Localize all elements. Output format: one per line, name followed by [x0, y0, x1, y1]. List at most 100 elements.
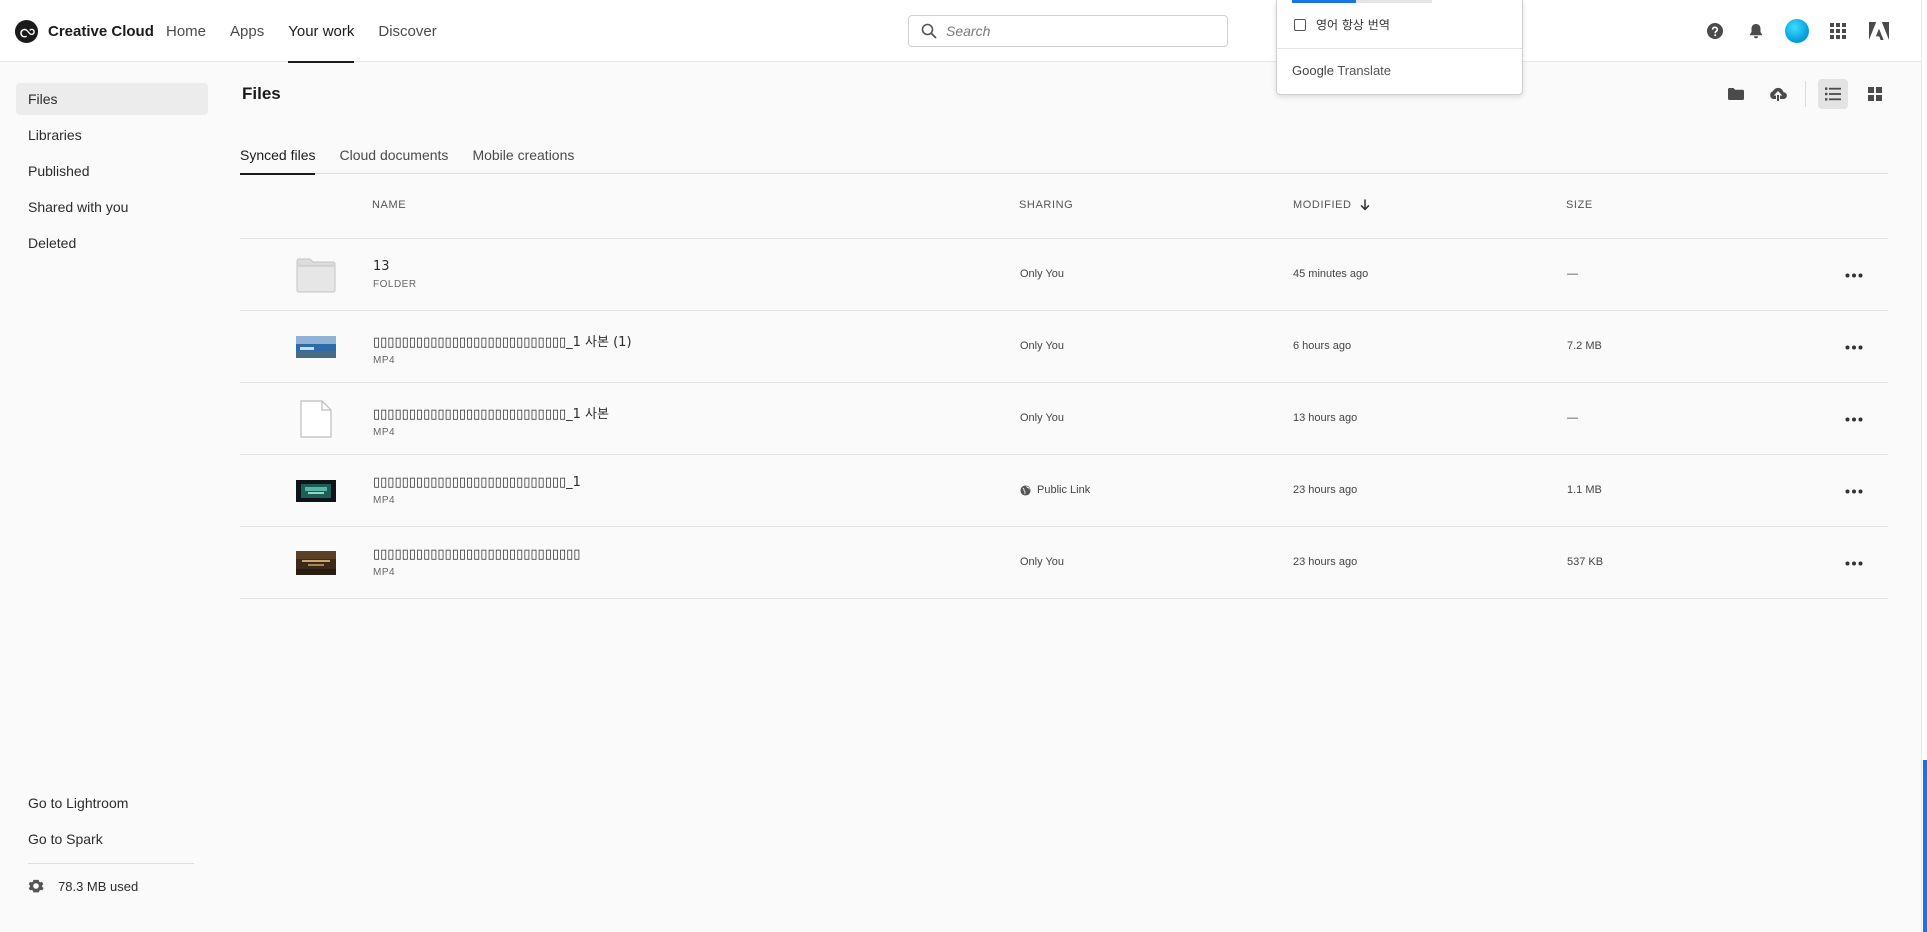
file-type: FOLDER [373, 279, 417, 290]
more-actions-button[interactable] [1842, 407, 1866, 431]
column-sharing-label: SHARING [1019, 199, 1074, 211]
column-name[interactable]: NAME [372, 199, 406, 211]
more-actions-button[interactable] [1842, 335, 1866, 359]
more-icon [1845, 561, 1863, 565]
translate-wordmark: Translate [1337, 63, 1392, 78]
sidebar-item-shared-with-you[interactable]: Shared with you [16, 191, 208, 223]
top-bar: Creative Cloud Home Apps Your work Disco… [0, 0, 1927, 63]
video-thumbnail-image [296, 336, 336, 358]
tab-mobile-creations[interactable]: Mobile creations [472, 136, 574, 174]
file-size: 1.1 MB [1567, 484, 1602, 496]
modified-time: 45 minutes ago [1293, 268, 1369, 280]
modified-time: 13 hours ago [1293, 412, 1358, 424]
column-size-label: SIZE [1566, 199, 1593, 211]
folder-icon [296, 258, 336, 293]
more-actions-button[interactable] [1842, 479, 1866, 503]
file-name[interactable]: ▯▯▯▯▯▯▯▯▯▯▯▯▯▯▯▯▯▯▯▯▯▯▯▯▯▯▯_1 사본 [373, 403, 609, 422]
file-type: MP4 [373, 427, 396, 438]
upload-button[interactable] [1763, 79, 1793, 109]
sharing-label: Only You [1020, 412, 1065, 424]
google-wordmark: Google [1292, 63, 1334, 78]
sort-descending-icon [1360, 199, 1369, 211]
sharing-label: Only You [1020, 556, 1065, 568]
file-name-cell: 13 FOLDER [373, 259, 417, 290]
file-thumbnail [296, 400, 336, 438]
file-name[interactable]: ▯▯▯▯▯▯▯▯▯▯▯▯▯▯▯▯▯▯▯▯▯▯▯▯▯▯▯_1 [373, 475, 581, 490]
search-box[interactable] [908, 15, 1228, 47]
avatar-image [1785, 19, 1809, 43]
sharing-status: Only You [1020, 268, 1064, 280]
grid-view-icon [1868, 87, 1882, 101]
file-name[interactable]: 13 [373, 259, 417, 274]
table-row[interactable]: ▯▯▯▯▯▯▯▯▯▯▯▯▯▯▯▯▯▯▯▯▯▯▯▯▯▯▯▯▯ MP4 Only Y… [240, 527, 1888, 599]
table-row[interactable]: 13 FOLDER Only You 45 minutes ago — [240, 239, 1888, 311]
file-name-cell: ▯▯▯▯▯▯▯▯▯▯▯▯▯▯▯▯▯▯▯▯▯▯▯▯▯▯▯_1 사본 MP4 [373, 403, 609, 438]
translate-language-tabs[interactable] [1292, 0, 1432, 3]
folder-icon [1728, 88, 1744, 100]
scroll-indicator[interactable] [1923, 760, 1927, 932]
list-view-button[interactable] [1818, 79, 1848, 109]
folder-thumbnail [296, 257, 336, 293]
sidebar-item-files[interactable]: Files [16, 83, 208, 115]
google-translate-brand: Google Translate [1292, 63, 1391, 78]
nav-home[interactable]: Home [166, 0, 206, 62]
more-icon [1845, 273, 1863, 277]
main-nav: Home Apps Your work Discover [166, 0, 461, 63]
file-name-cell: ▯▯▯▯▯▯▯▯▯▯▯▯▯▯▯▯▯▯▯▯▯▯▯▯▯▯▯▯▯ MP4 [373, 547, 580, 578]
table-row[interactable]: ▯▯▯▯▯▯▯▯▯▯▯▯▯▯▯▯▯▯▯▯▯▯▯▯▯▯▯_1 사본 (1) MP4… [240, 311, 1888, 383]
column-size[interactable]: SIZE [1566, 199, 1593, 211]
tab-cloud-documents[interactable]: Cloud documents [339, 136, 448, 174]
file-size: — [1567, 412, 1578, 424]
sidebar-item-libraries[interactable]: Libraries [16, 119, 208, 151]
sharing-status: Public Link [1020, 484, 1090, 496]
nav-apps[interactable]: Apps [230, 0, 264, 62]
modified-time: 6 hours ago [1293, 340, 1352, 352]
nav-your-work[interactable]: Your work [288, 0, 355, 63]
grid-view-button[interactable] [1860, 79, 1890, 109]
sharing-status: Only You [1020, 340, 1064, 352]
list-view-icon [1825, 87, 1841, 101]
sharing-label: Only You [1020, 268, 1065, 280]
table-header: NAME SHARING MODIFIED SIZE [240, 175, 1888, 239]
table-row[interactable]: ▯▯▯▯▯▯▯▯▯▯▯▯▯▯▯▯▯▯▯▯▯▯▯▯▯▯▯_1 사본 MP4 Onl… [240, 383, 1888, 455]
always-translate-checkbox[interactable] [1294, 18, 1306, 31]
sharing-label: Public Link [1037, 484, 1091, 496]
sidebar: Files Libraries Published Shared with yo… [0, 62, 222, 932]
file-type: MP4 [373, 495, 396, 506]
bell-icon[interactable] [1744, 19, 1768, 43]
search-input[interactable] [946, 23, 1216, 39]
tab-synced-files[interactable]: Synced files [240, 136, 316, 175]
storage-used: 78.3 MB used [58, 878, 139, 894]
video-thumbnail-image [296, 480, 336, 502]
brand[interactable]: Creative Cloud [14, 18, 154, 44]
sidebar-item-published[interactable]: Published [16, 155, 208, 187]
file-size: 7.2 MB [1567, 340, 1602, 352]
gear-icon[interactable] [28, 878, 44, 894]
help-icon[interactable] [1703, 19, 1727, 43]
video-thumbnail [296, 545, 336, 581]
column-sharing[interactable]: SHARING [1019, 199, 1073, 211]
sidebar-item-deleted[interactable]: Deleted [16, 227, 208, 259]
more-actions-button[interactable] [1842, 263, 1866, 287]
avatar[interactable] [1785, 19, 1809, 43]
go-to-spark-link[interactable]: Go to Spark [16, 823, 208, 855]
nav-discover[interactable]: Discover [378, 0, 436, 62]
more-actions-button[interactable] [1842, 551, 1866, 575]
column-modified[interactable]: MODIFIED [1293, 199, 1370, 211]
apps-grid-icon[interactable] [1826, 19, 1850, 43]
document-icon [300, 400, 332, 438]
file-tabs: Synced files Cloud documents Mobile crea… [240, 136, 1888, 175]
adobe-logo-icon[interactable] [1867, 19, 1891, 43]
table-row[interactable]: ▯▯▯▯▯▯▯▯▯▯▯▯▯▯▯▯▯▯▯▯▯▯▯▯▯▯▯_1 MP4 Public… [240, 455, 1888, 527]
go-to-lightroom-link[interactable]: Go to Lightroom [16, 787, 208, 819]
always-translate-option[interactable]: 영어 항상 번역 [1294, 16, 1390, 33]
top-icons [1703, 17, 1891, 45]
file-name[interactable]: ▯▯▯▯▯▯▯▯▯▯▯▯▯▯▯▯▯▯▯▯▯▯▯▯▯▯▯▯▯ [373, 547, 580, 562]
modified-time: 23 hours ago [1293, 556, 1358, 568]
file-size: 537 KB [1567, 556, 1604, 568]
storage-info: 78.3 MB used [28, 878, 138, 894]
file-name[interactable]: ▯▯▯▯▯▯▯▯▯▯▯▯▯▯▯▯▯▯▯▯▯▯▯▯▯▯▯_1 사본 (1) [373, 331, 632, 350]
translate-divider [1277, 48, 1522, 49]
new-folder-button[interactable] [1721, 79, 1751, 109]
file-type: MP4 [373, 567, 396, 578]
